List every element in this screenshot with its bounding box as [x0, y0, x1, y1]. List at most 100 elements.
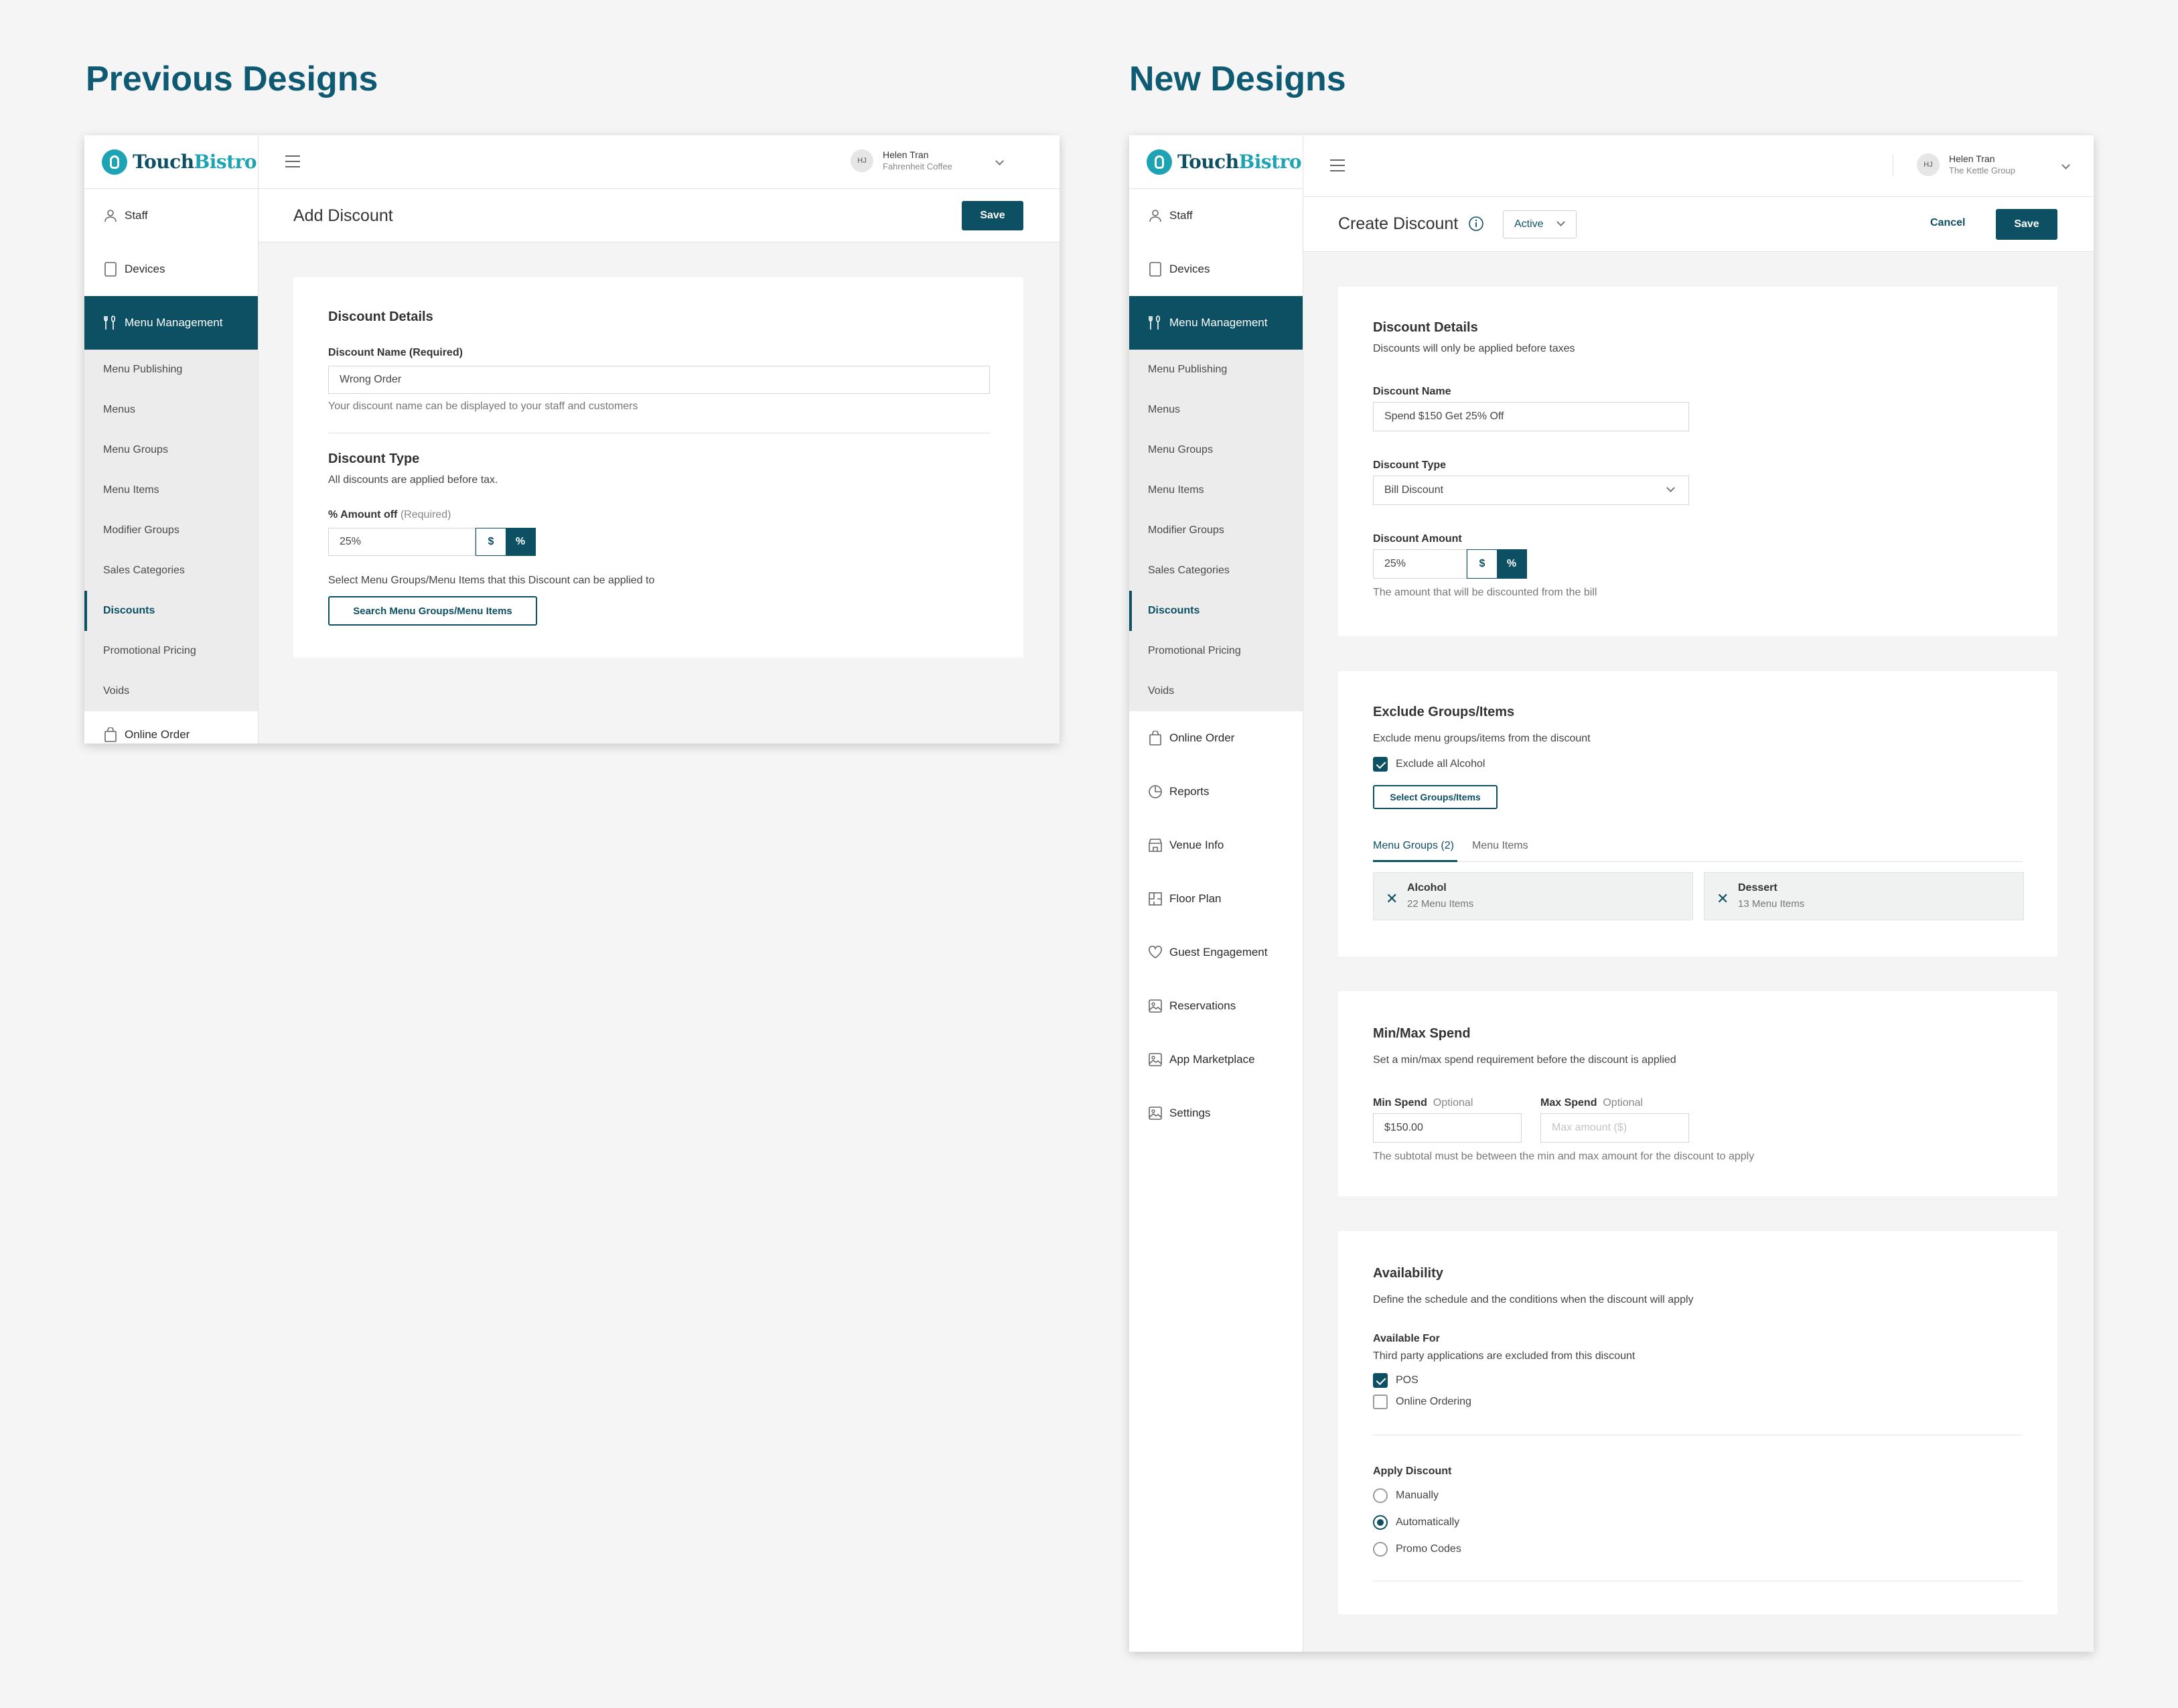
section-desc: Discounts will only be applied before ta… [1373, 343, 1575, 354]
discount-amount-input[interactable]: 25% [1373, 549, 1467, 579]
hamburger-menu-icon[interactable] [285, 155, 300, 167]
submenu-item[interactable]: Promotional Pricing [84, 631, 258, 671]
submenu-item-discounts[interactable]: Discounts [84, 591, 258, 631]
active-tab-indicator [1373, 860, 1457, 862]
submenu-item[interactable]: Promotional Pricing [1129, 631, 1303, 671]
submenu-item[interactable]: Modifier Groups [84, 510, 258, 551]
nav-menu-management[interactable]: Menu Management [84, 296, 258, 350]
select-groups-text: Select Menu Groups/Menu Items that this … [328, 575, 655, 586]
discount-details-card: Discount Details Discounts will only be … [1338, 287, 2057, 636]
new-designs-heading: New Designs [1129, 60, 1346, 98]
percent-toggle[interactable]: % [1497, 550, 1526, 578]
select-groups-button[interactable]: Select Groups/Items [1373, 785, 1498, 809]
discount-name-input[interactable]: Spend $150 Get 25% Off [1373, 402, 1689, 431]
previous-page-header: Add Discount Save [259, 189, 1060, 242]
nav-online-order[interactable]: Online Order [1129, 711, 1303, 765]
store-icon [1148, 838, 1163, 853]
amount-type-toggle: $ % [1467, 549, 1527, 579]
nav-staff[interactable]: Staff [1129, 189, 1303, 242]
user-org: The Kettle Group [1949, 165, 2015, 175]
user-name: Helen Tran [1949, 153, 1995, 164]
new-design-frame: TouchBistro Staff Devices Menu Managemen… [1129, 135, 2094, 1652]
manually-radio[interactable]: Manually [1373, 1488, 1439, 1503]
apply-discount-label: Apply Discount [1373, 1466, 1452, 1477]
brand-logo[interactable]: TouchBistro [84, 135, 258, 189]
exclude-groups-card: Exclude Groups/Items Exclude menu groups… [1338, 671, 2057, 956]
checkbox-checked-icon [1373, 1373, 1388, 1388]
hamburger-menu-icon[interactable] [1330, 159, 1345, 171]
submenu-item[interactable]: Menu Publishing [84, 350, 258, 390]
online-ordering-checkbox[interactable]: Online Ordering [1373, 1395, 1471, 1409]
tab-menu-groups[interactable]: Menu Groups (2) [1373, 840, 1454, 852]
dollar-toggle[interactable]: $ [476, 528, 506, 555]
min-spend-input[interactable]: $150.00 [1373, 1113, 1522, 1143]
pos-checkbox[interactable]: POS [1373, 1373, 1419, 1388]
discount-name-label: Discount Name (Required) [328, 347, 463, 358]
nav-settings[interactable]: Settings [1129, 1086, 1303, 1140]
previous-sidebar: TouchBistro Staff Devices Menu Managemen… [84, 135, 259, 743]
avatar: HJ [1917, 153, 1940, 176]
brand-logo[interactable]: TouchBistro [1129, 135, 1303, 189]
max-spend-input[interactable]: Max amount ($) [1540, 1113, 1689, 1143]
nav-devices[interactable]: Devices [84, 242, 258, 296]
available-for-desc: Third party applications are excluded fr… [1373, 1350, 1636, 1362]
exclude-alcohol-checkbox[interactable]: Exclude all Alcohol [1373, 757, 1485, 772]
info-icon[interactable] [1468, 216, 1484, 232]
submenu-item[interactable]: Sales Categories [84, 551, 258, 591]
submenu-item[interactable]: Menu Items [1129, 470, 1303, 510]
submenu-item[interactable]: Menu Items [84, 470, 258, 510]
nav-reservations[interactable]: Reservations [1129, 979, 1303, 1033]
automatically-radio[interactable]: Automatically [1373, 1515, 1459, 1530]
submenu-item[interactable]: Menu Groups [1129, 430, 1303, 470]
search-menu-groups-button[interactable]: Search Menu Groups/Menu Items [328, 596, 537, 626]
user-menu[interactable]: HJ Helen Tran Fahrenheit Coffee [851, 149, 1004, 173]
nav-floor-plan[interactable]: Floor Plan [1129, 872, 1303, 926]
amount-off-input[interactable]: 25% [328, 528, 476, 556]
person-icon [1148, 208, 1163, 223]
bag-icon [1148, 731, 1163, 745]
user-menu[interactable]: HJ Helen Tran The Kettle Group [1917, 153, 2070, 177]
save-button[interactable]: Save [1996, 209, 2057, 240]
fork-knife-icon [1148, 315, 1163, 330]
percent-toggle[interactable]: % [506, 528, 535, 555]
submenu-item[interactable]: Menu Groups [84, 430, 258, 470]
new-topbar: HJ Helen Tran The Kettle Group [1303, 135, 2094, 197]
remove-icon[interactable]: ✕ [1717, 890, 1729, 908]
nav-venue-info[interactable]: Venue Info [1129, 819, 1303, 872]
nav-guest-engagement[interactable]: Guest Engagement [1129, 926, 1303, 979]
available-for-label: Available For [1373, 1333, 1440, 1344]
submenu-item-discounts[interactable]: Discounts [1129, 591, 1303, 631]
status-dropdown[interactable]: Active [1503, 210, 1577, 238]
nav-app-marketplace[interactable]: App Marketplace [1129, 1033, 1303, 1086]
nav-staff[interactable]: Staff [84, 189, 258, 242]
nav-reports[interactable]: Reports [1129, 765, 1303, 819]
discount-amount-label: Discount Amount [1373, 533, 1462, 545]
submenu-item[interactable]: Modifier Groups [1129, 510, 1303, 551]
submenu-item[interactable]: Menus [84, 390, 258, 430]
nav-devices[interactable]: Devices [1129, 242, 1303, 296]
person-icon [103, 208, 118, 223]
excluded-group-chip: ✕ Alcohol 22 Menu Items [1373, 872, 1693, 920]
previous-design-frame: TouchBistro Staff Devices Menu Managemen… [84, 135, 1060, 743]
submenu-item[interactable]: Menus [1129, 390, 1303, 430]
bag-icon [103, 727, 118, 742]
discount-name-input[interactable]: Wrong Order [328, 366, 990, 394]
remove-icon[interactable]: ✕ [1386, 890, 1398, 908]
discount-type-select[interactable]: Bill Discount [1373, 476, 1689, 505]
dollar-toggle[interactable]: $ [1467, 550, 1497, 578]
discount-type-title: Discount Type [328, 451, 420, 466]
discount-name-label: Discount Name [1373, 386, 1451, 397]
save-button[interactable]: Save [962, 201, 1023, 230]
radio-selected-icon [1373, 1515, 1388, 1530]
submenu-item[interactable]: Voids [84, 671, 258, 711]
nav-online-order[interactable]: Online Order [84, 711, 258, 743]
radio-icon [1373, 1488, 1388, 1503]
submenu-item[interactable]: Voids [1129, 671, 1303, 711]
tab-menu-items[interactable]: Menu Items [1472, 840, 1528, 852]
promo-codes-radio[interactable]: Promo Codes [1373, 1542, 1461, 1557]
submenu-item[interactable]: Sales Categories [1129, 551, 1303, 591]
nav-menu-management[interactable]: Menu Management [1129, 296, 1303, 350]
submenu-item[interactable]: Menu Publishing [1129, 350, 1303, 390]
cancel-button[interactable]: Cancel [1930, 217, 1965, 229]
floor-plan-icon [1148, 892, 1163, 906]
